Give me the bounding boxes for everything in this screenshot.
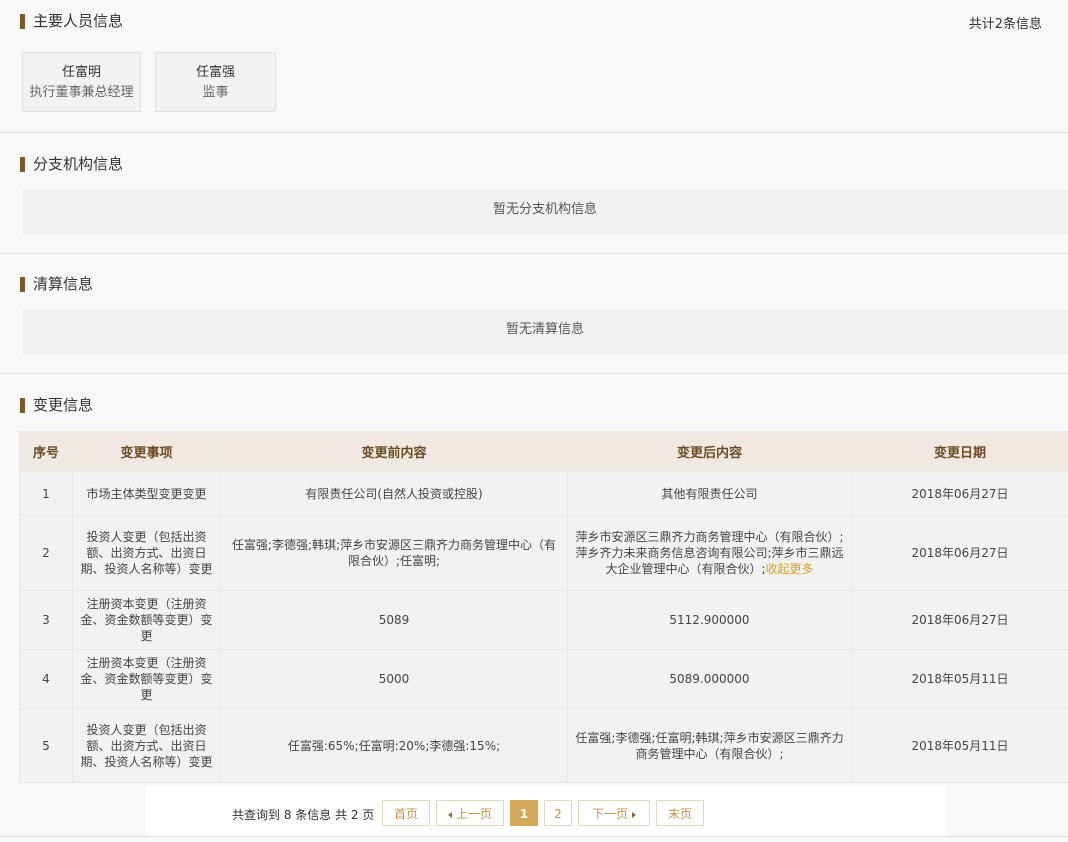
changes-table: 序号 变更事项 变更前内容 变更后内容 变更日期 1 市场主体类型变更变更 有限… <box>19 431 1068 783</box>
pagination: 共查询到 8 条信息 共 2 页 首页 上一页 1 2 下一页 末页 <box>146 786 946 836</box>
cell-item: 注册资本变更（注册资金、资金数额等变更）变更 <box>72 590 221 650</box>
prev-page-button[interactable]: 上一页 <box>436 800 504 826</box>
person-card[interactable]: 任富明 执行董事兼总经理 <box>22 52 141 112</box>
cell-no: 2 <box>19 515 73 591</box>
next-page-label: 下一页 <box>591 807 628 821</box>
cell-before: 5089 <box>220 590 568 650</box>
column-header-no: 序号 <box>19 431 73 472</box>
prev-page-label: 上一页 <box>455 807 492 821</box>
cell-before: 5000 <box>220 649 568 709</box>
cell-after: 其他有限责任公司 <box>567 471 852 516</box>
person-name: 任富强 <box>195 65 235 80</box>
table-row: 1 市场主体类型变更变更 有限责任公司(自然人投资或控股) 其他有限责任公司 2… <box>19 471 1068 516</box>
chevron-right-icon <box>632 811 636 818</box>
cell-date: 2018年05月11日 <box>851 649 1068 709</box>
cell-no: 5 <box>19 708 73 783</box>
cell-before: 有限责任公司(自然人投资或控股) <box>220 471 568 516</box>
section-divider <box>0 373 1068 374</box>
cell-item: 市场主体类型变更变更 <box>72 471 221 516</box>
cell-after: 萍乡市安源区三鼎齐力商务管理中心（有限合伙）;萍乡齐力未来商务信息咨询有限公司;… <box>567 515 852 591</box>
cell-date: 2018年06月27日 <box>851 471 1068 516</box>
column-header-date: 变更日期 <box>851 431 1068 472</box>
pagination-info: 共查询到 8 条信息 共 2 页 <box>232 808 375 822</box>
cell-item: 注册资本变更（注册资金、资金数额等变更）变更 <box>72 649 221 709</box>
table-row: 4 注册资本变更（注册资金、资金数额等变更）变更 5000 5089.00000… <box>19 649 1068 709</box>
liquidation-title: 清算信息 <box>20 275 93 293</box>
table-row: 2 投资人变更（包括出资额、出资方式、出资日期、投资人名称等）变更 任富强;李德… <box>19 515 1068 591</box>
changes-title: 变更信息 <box>20 396 93 414</box>
chevron-left-icon <box>447 811 452 818</box>
table-row: 5 投资人变更（包括出资额、出资方式、出资日期、投资人名称等）变更 任富强:65… <box>19 708 1068 783</box>
company-info-page: 主要人员信息 共计2条信息 任富明 执行董事兼总经理 任富强 监事 分支机构信息… <box>0 0 1068 842</box>
cell-after: 5112.900000 <box>567 590 852 650</box>
cell-no: 3 <box>19 590 73 650</box>
cell-date: 2018年06月27日 <box>851 515 1068 591</box>
table-row: 3 注册资本变更（注册资金、资金数额等变更）变更 5089 5112.90000… <box>19 590 1068 650</box>
cell-item: 投资人变更（包括出资额、出资方式、出资日期、投资人名称等）变更 <box>72 708 221 783</box>
last-page-button[interactable]: 末页 <box>656 800 704 826</box>
cell-date: 2018年05月11日 <box>851 708 1068 783</box>
main-persons-title: 主要人员信息 <box>20 12 123 30</box>
cell-before: 任富强:65%;任富明:20%;李德强:15%; <box>220 708 568 783</box>
branches-title: 分支机构信息 <box>20 155 123 173</box>
page-button-1[interactable]: 1 <box>510 800 538 826</box>
first-page-button[interactable]: 首页 <box>382 800 430 826</box>
section-divider <box>0 132 1068 133</box>
cell-no: 4 <box>19 649 73 709</box>
collapse-more-link[interactable]: 收起更多 <box>766 562 814 576</box>
next-page-button[interactable]: 下一页 <box>578 800 650 826</box>
cell-date: 2018年06月27日 <box>851 590 1068 650</box>
main-persons-count: 共计2条信息 <box>968 17 1042 32</box>
cell-no: 1 <box>19 471 73 516</box>
section-divider <box>0 253 1068 254</box>
person-card[interactable]: 任富强 监事 <box>155 52 276 112</box>
column-header-before: 变更前内容 <box>220 431 568 472</box>
branches-empty-message: 暂无分支机构信息 <box>22 190 1068 234</box>
person-role: 监事 <box>202 85 229 100</box>
person-role: 执行董事兼总经理 <box>29 85 134 100</box>
page-button-2[interactable]: 2 <box>544 800 572 826</box>
column-header-after: 变更后内容 <box>567 431 852 472</box>
column-header-item: 变更事项 <box>72 431 221 472</box>
cell-after: 任富强;李德强;任富明;韩琪;萍乡市安源区三鼎齐力商务管理中心（有限合伙）; <box>567 708 852 783</box>
table-header-row: 序号 变更事项 变更前内容 变更后内容 变更日期 <box>19 431 1068 472</box>
cell-item: 投资人变更（包括出资额、出资方式、出资日期、投资人名称等）变更 <box>72 515 221 591</box>
cell-after: 5089.000000 <box>567 649 852 709</box>
liquidation-empty-message: 暂无清算信息 <box>22 310 1068 354</box>
cell-before: 任富强;李德强;韩琪;萍乡市安源区三鼎齐力商务管理中心（有限合伙）;任富明; <box>220 515 568 591</box>
bottom-divider <box>0 836 1068 837</box>
person-name: 任富明 <box>61 65 101 80</box>
